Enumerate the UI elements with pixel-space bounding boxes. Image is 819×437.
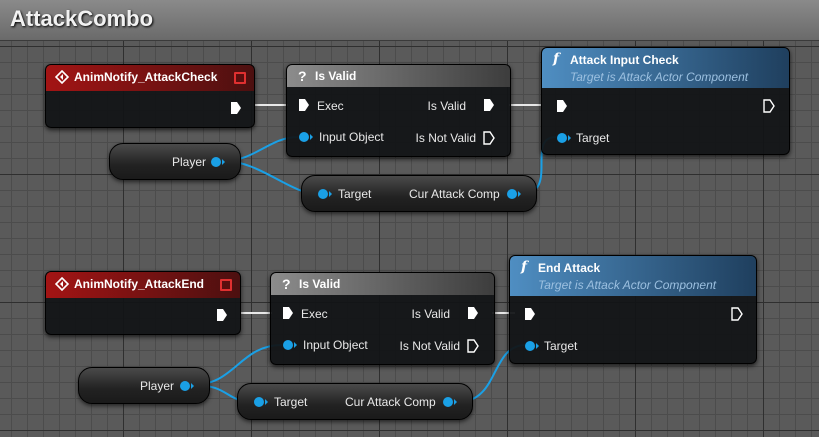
is-valid-node-header: ? Is Valid (287, 65, 510, 87)
exec-in-pin[interactable] (524, 307, 536, 321)
is-not-valid-label: Is Not Valid (399, 339, 460, 353)
cur-attack-comp-getter-2[interactable]: Target Cur Attack Comp (237, 383, 473, 420)
input-object-label: Input Object (319, 130, 384, 144)
is-valid-label: Is Valid (411, 307, 450, 321)
is-valid-label: Is Valid (427, 99, 466, 113)
player-out-pin[interactable] (210, 156, 226, 168)
delegate-pin-icon[interactable] (220, 279, 232, 291)
target-in-pin[interactable] (253, 396, 269, 408)
target-label: Target (576, 131, 610, 145)
event-icon (55, 277, 69, 291)
event-node-header: AnimNotify_AttackCheck (46, 65, 254, 91)
is-valid-node-title: Is Valid (315, 69, 357, 83)
event-node-attack-check[interactable]: AnimNotify_AttackCheck (45, 64, 255, 128)
function-node-title: End Attack (538, 261, 601, 275)
function-icon: f (553, 51, 560, 67)
exec-out-pin[interactable] (763, 99, 775, 113)
is-not-valid-exec-out-pin[interactable] (483, 131, 495, 145)
target-label: Target (544, 339, 578, 353)
exec-out-pin[interactable] (216, 308, 228, 322)
function-node-attack-input-check[interactable]: f Attack Input Check Target is Attack Ac… (541, 47, 790, 155)
cur-attack-comp-out-pin[interactable] (442, 396, 458, 408)
player-variable-node-1[interactable]: Player (109, 143, 241, 180)
function-node-header: f Attack Input Check Target is Attack Ac… (542, 48, 789, 88)
input-object-pin[interactable] (282, 339, 298, 351)
is-valid-exec-out-pin[interactable] (467, 306, 479, 320)
exec-in-pin[interactable] (556, 99, 568, 113)
exec-out-pin[interactable] (230, 101, 242, 115)
cur-attack-comp-getter-1[interactable]: Target Cur Attack Comp (301, 175, 537, 212)
function-node-subtitle: Target is Attack Actor Component (570, 70, 749, 84)
player-out-pin[interactable] (179, 380, 195, 392)
function-node-header: f End Attack Target is Attack Actor Comp… (510, 256, 756, 296)
exec-in-pin[interactable] (298, 98, 310, 112)
is-not-valid-label: Is Not Valid (415, 131, 476, 145)
input-object-label: Input Object (303, 338, 368, 352)
question-icon: ? (282, 276, 291, 292)
player-variable-node-2[interactable]: Player (78, 367, 210, 404)
target-pin[interactable] (556, 132, 572, 144)
target-pin[interactable] (524, 340, 540, 352)
cur-attack-comp-out-pin[interactable] (506, 188, 522, 200)
exec-label: Exec (301, 307, 328, 321)
is-valid-node-1[interactable]: ? Is Valid Exec Is Valid Input Object Is… (286, 64, 511, 157)
player-variable-label: Player (172, 155, 207, 169)
exec-out-pin[interactable] (731, 307, 743, 321)
is-valid-node-2[interactable]: ? Is Valid Exec Is Valid Input Object Is… (270, 272, 495, 365)
is-valid-exec-out-pin[interactable] (483, 98, 495, 112)
event-node-header: AnimNotify_AttackEnd (46, 272, 240, 298)
event-node-title: AnimNotify_AttackEnd (74, 277, 205, 291)
function-node-title: Attack Input Check (570, 53, 679, 67)
is-valid-node-header: ? Is Valid (271, 273, 494, 295)
delegate-pin-icon[interactable] (234, 72, 246, 84)
is-not-valid-exec-out-pin[interactable] (467, 339, 479, 353)
function-icon: f (521, 259, 528, 275)
is-valid-node-title: Is Valid (299, 277, 341, 291)
function-node-end-attack[interactable]: f End Attack Target is Attack Actor Comp… (509, 255, 757, 364)
getter-output-label: Cur Attack Comp (345, 395, 436, 409)
question-icon: ? (298, 68, 307, 84)
player-variable-label: Player (140, 379, 175, 393)
input-object-pin[interactable] (298, 131, 314, 143)
event-node-attack-end[interactable]: AnimNotify_AttackEnd (45, 271, 241, 335)
event-icon (55, 70, 69, 84)
exec-in-pin[interactable] (282, 306, 294, 320)
getter-target-label: Target (338, 187, 372, 201)
target-in-pin[interactable] (317, 188, 333, 200)
exec-label: Exec (317, 99, 344, 113)
getter-target-label: Target (274, 395, 308, 409)
getter-output-label: Cur Attack Comp (409, 187, 500, 201)
function-node-subtitle: Target is Attack Actor Component (538, 278, 717, 292)
event-node-title: AnimNotify_AttackCheck (74, 70, 218, 84)
